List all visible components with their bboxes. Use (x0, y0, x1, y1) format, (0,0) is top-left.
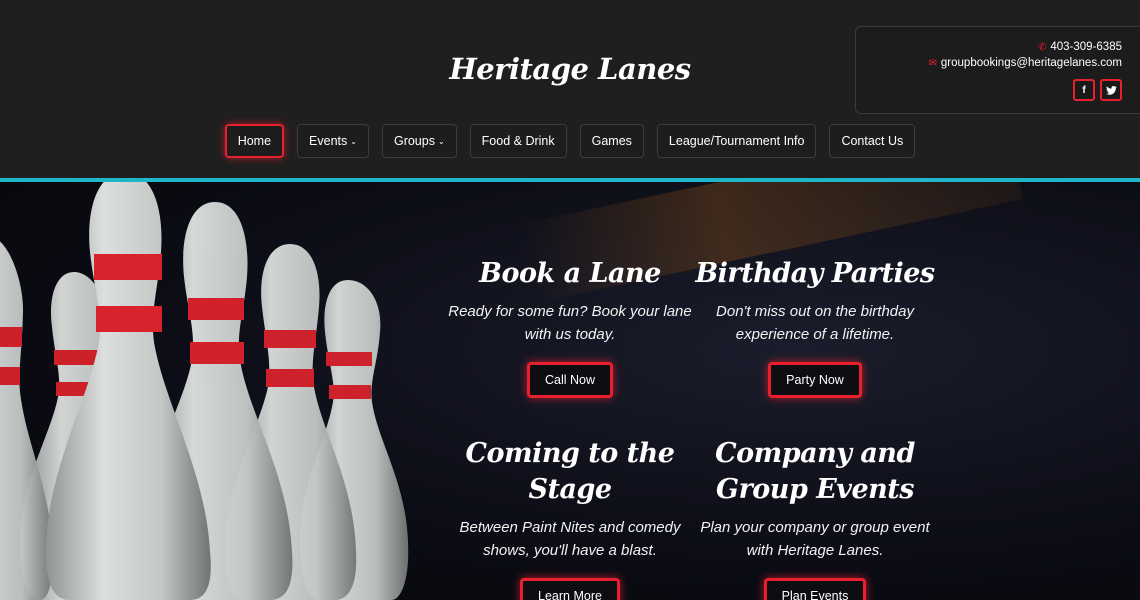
bowling-pin (0, 241, 53, 600)
bowling-pins-image (0, 182, 409, 600)
nav-groups-label: Groups (393, 134, 435, 148)
nav-groups[interactable]: Groups ⌄ (381, 124, 457, 158)
site-header: Heritage Lanes ✆ 403-309-6385 ✉ groupbooki… (0, 0, 1140, 178)
plan-events-button[interactable]: Plan Events (763, 578, 867, 600)
phone-icon: ✆ (1037, 42, 1047, 53)
main-nav: Home Events ⌄ Groups ⌄ Food & Drink Games … (0, 124, 1140, 158)
nav-contact-us-label: Contact Us (841, 134, 904, 148)
card-text: Between Paint Nites and comedy shows, yo… (459, 519, 681, 559)
nav-home[interactable]: Home (224, 124, 285, 158)
card-birthday-parties: Birthday Parties Don't miss out on the b… (690, 256, 940, 398)
nav-food-drink-label: Food & Drink (481, 134, 555, 148)
card-coming-to-the-stage: Coming to the Stage Between Paint Nites … (445, 436, 695, 600)
card-title: Birthday Parties (695, 258, 935, 289)
card-text: Ready for some fun? Book your lane with … (448, 303, 692, 343)
chevron-down-icon: ⌄ (437, 136, 445, 146)
contact-box: ✆ 403-309-6385 ✉ groupbookings@heritagelan… (855, 26, 1140, 114)
nav-games-label: Games (591, 134, 632, 148)
envelope-icon: ✉ (928, 58, 937, 69)
nav-home-label: Home (237, 134, 272, 148)
card-book-a-lane: Book a Lane Ready for some fun? Book you… (445, 256, 695, 398)
email-address: groupbookings@heritagelanes.com (940, 57, 1122, 69)
nav-events-label: Events (309, 134, 348, 148)
social-links: f (1073, 79, 1122, 101)
hero-section: Book a Lane Ready for some fun? Book you… (0, 182, 1140, 600)
facebook-icon[interactable]: f (1073, 79, 1095, 101)
phone-link[interactable]: ✆ 403-309-6385 (1038, 41, 1122, 53)
card-title: Company and Group Events (715, 438, 915, 505)
card-text: Plan your company or group event with He… (700, 519, 930, 559)
chevron-down-icon: ⌄ (350, 136, 357, 146)
nav-contact-us[interactable]: Contact Us (829, 124, 916, 158)
nav-food-drink[interactable]: Food & Drink (469, 124, 567, 158)
nav-league-tournament[interactable]: League/Tournament Info (656, 124, 817, 158)
nav-league-tournament-label: League/Tournament Info (668, 134, 805, 148)
card-title: Coming to the Stage (465, 438, 675, 505)
party-now-button[interactable]: Party Now (768, 362, 862, 398)
card-text: Don't miss out on the birthday experienc… (716, 303, 914, 343)
nav-games[interactable]: Games (579, 124, 644, 158)
twitter-icon[interactable] (1100, 79, 1122, 101)
learn-more-button[interactable]: Learn More (520, 578, 620, 600)
phone-number: 403-309-6385 (1050, 41, 1122, 53)
email-link[interactable]: ✉ groupbookings@heritagelanes.com (929, 57, 1122, 69)
card-company-group-events: Company and Group Events Plan your compa… (690, 436, 940, 600)
nav-events[interactable]: Events ⌄ (297, 124, 369, 158)
card-title: Book a Lane (479, 258, 661, 289)
call-now-button[interactable]: Call Now (526, 362, 613, 398)
